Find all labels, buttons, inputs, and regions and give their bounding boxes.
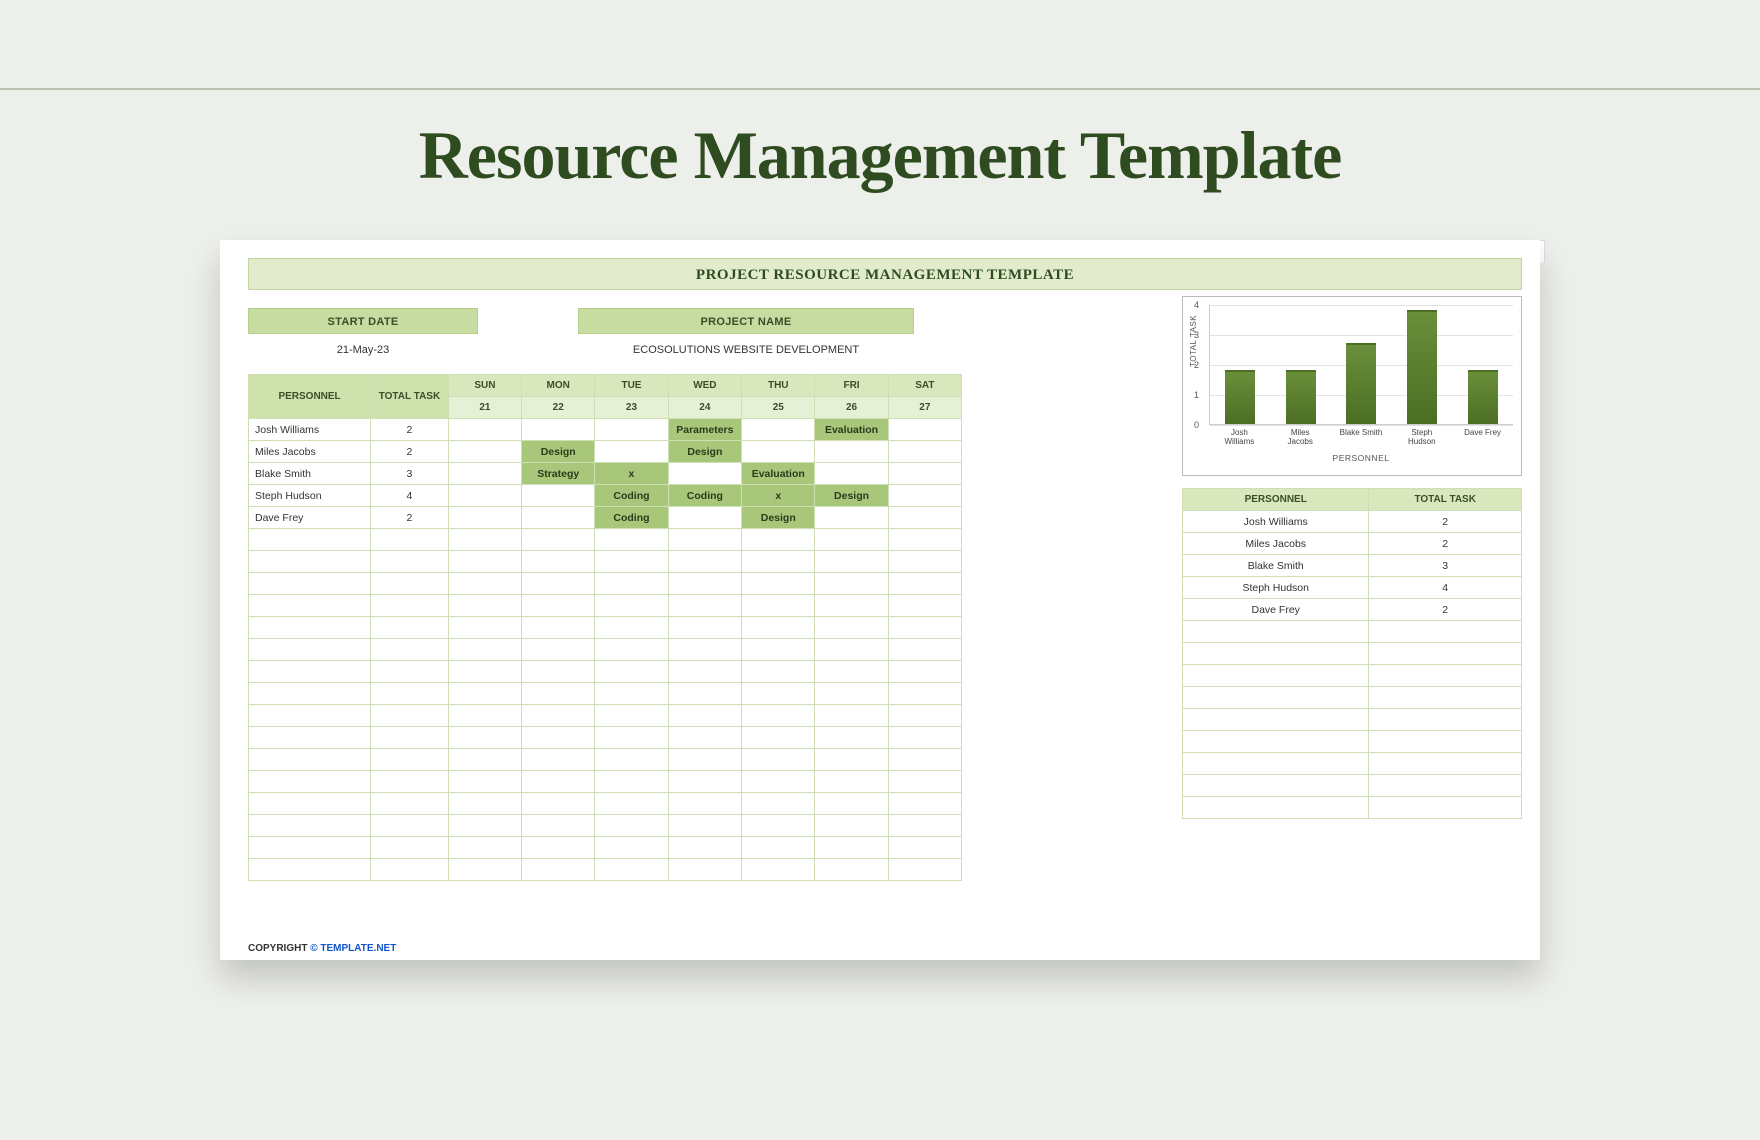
chart-xlabel: PERSONNEL — [1209, 453, 1513, 463]
table-row[interactable] — [249, 859, 962, 881]
table-row[interactable]: Josh Williams2 — [1183, 511, 1522, 533]
table-row[interactable] — [249, 617, 962, 639]
table-row[interactable] — [1183, 687, 1522, 709]
table-row[interactable] — [1183, 709, 1522, 731]
table-row[interactable] — [1183, 621, 1522, 643]
table-row[interactable]: Blake Smith3 — [1183, 555, 1522, 577]
table-row[interactable] — [249, 573, 962, 595]
table-row[interactable]: Miles Jacobs2DesignDesign — [249, 441, 962, 463]
chart-x-labels: Josh WilliamsMiles JacobsBlake SmithStep… — [1209, 429, 1513, 447]
template-link[interactable]: © TEMPLATE.NET — [310, 943, 396, 954]
table-row[interactable] — [249, 683, 962, 705]
table-row[interactable] — [249, 727, 962, 749]
table-row[interactable] — [1183, 643, 1522, 665]
table-row[interactable] — [249, 749, 962, 771]
project-name-value[interactable]: ECOSOLUTIONS WEBSITE DEVELOPMENT — [578, 338, 914, 362]
copyright: COPYRIGHT © TEMPLATE.NET — [248, 943, 396, 954]
chart-bar — [1225, 370, 1255, 424]
table-row[interactable]: Dave Frey2 — [1183, 599, 1522, 621]
table-row[interactable] — [1183, 731, 1522, 753]
page-title: Resource Management Template — [0, 116, 1760, 195]
table-row[interactable] — [249, 551, 962, 573]
sheet-banner: PROJECT RESOURCE MANAGEMENT TEMPLATE — [248, 258, 1522, 290]
table-row[interactable] — [249, 661, 962, 683]
chart-area: 01234 — [1209, 305, 1513, 425]
chart-bar — [1407, 310, 1437, 424]
table-row[interactable] — [249, 815, 962, 837]
table-row[interactable] — [249, 639, 962, 661]
summary-table[interactable]: PERSONNELTOTAL TASKJosh Williams2Miles J… — [1182, 488, 1522, 819]
chart-bar — [1286, 370, 1316, 424]
table-row[interactable] — [1183, 665, 1522, 687]
table-row[interactable] — [249, 529, 962, 551]
table-row[interactable]: Miles Jacobs2 — [1183, 533, 1522, 555]
table-row[interactable]: Dave Frey2CodingDesign — [249, 507, 962, 529]
start-date-header: START DATE — [248, 308, 478, 334]
chart-panel: TOTAL TASK 01234 Josh WilliamsMiles Jaco… — [1182, 296, 1522, 476]
start-date-value[interactable]: 21-May-23 — [248, 338, 478, 362]
divider-top — [0, 88, 1760, 90]
table-row[interactable] — [249, 771, 962, 793]
meta-values: 21-May-23 ECOSOLUTIONS WEBSITE DEVELOPME… — [248, 338, 962, 362]
table-row[interactable] — [249, 705, 962, 727]
table-row[interactable] — [1183, 775, 1522, 797]
chart-bar — [1346, 343, 1376, 424]
table-row[interactable]: Josh Williams2ParametersEvaluation — [249, 419, 962, 441]
table-row[interactable]: Blake Smith3StrategyxEvaluation — [249, 463, 962, 485]
table-row[interactable]: Steph Hudson4 — [1183, 577, 1522, 599]
chart-bar — [1468, 370, 1498, 424]
meta-gap — [478, 308, 578, 334]
table-row[interactable] — [1183, 753, 1522, 775]
schedule-table[interactable]: PERSONNELTOTAL TASKSUNMONTUEWEDTHUFRISAT… — [248, 374, 962, 881]
table-row[interactable]: Steph Hudson4CodingCodingxDesign — [249, 485, 962, 507]
spreadsheet-card: PROJECT RESOURCE MANAGEMENT TEMPLATE STA… — [220, 240, 1540, 960]
table-row[interactable] — [249, 595, 962, 617]
meta-headers: START DATE PROJECT NAME — [248, 308, 962, 334]
table-row[interactable] — [249, 793, 962, 815]
project-name-header: PROJECT NAME — [578, 308, 914, 334]
table-row[interactable] — [1183, 797, 1522, 819]
table-row[interactable] — [249, 837, 962, 859]
